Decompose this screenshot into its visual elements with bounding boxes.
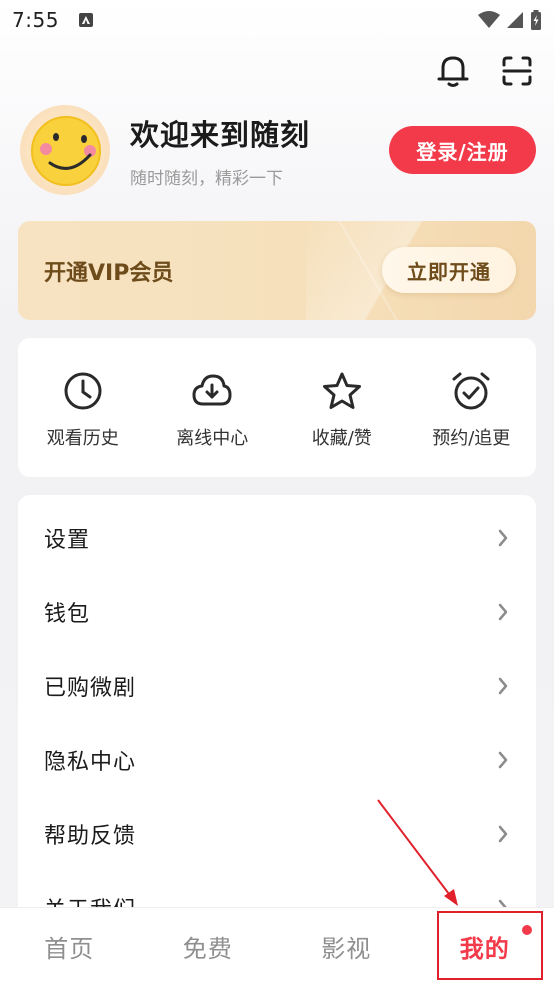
cellular-signal-icon <box>507 12 523 28</box>
quick-functions: 观看历史 离线中心 收藏/赞 预约/追更 <box>18 338 536 477</box>
menu-item-help[interactable]: 帮助反馈 <box>18 797 536 871</box>
status-time: 7:55 <box>12 8 59 32</box>
quick-item-history[interactable]: 观看历史 <box>18 338 148 477</box>
quick-item-offline[interactable]: 离线中心 <box>148 338 278 477</box>
menu-item-label: 设置 <box>44 528 91 553</box>
chevron-right-icon <box>498 751 508 769</box>
status-indicators <box>478 10 542 30</box>
notification-a-icon <box>78 13 93 27</box>
vip-title: 开通VIP会员 <box>44 260 174 286</box>
menu-item-label: 钱包 <box>44 602 91 627</box>
star-icon <box>322 372 361 409</box>
clock-icon <box>64 372 102 410</box>
battery-icon <box>531 10 541 30</box>
chevron-right-icon <box>498 603 508 621</box>
download-cloud-icon <box>192 374 232 406</box>
smiley-face-icon <box>31 116 101 186</box>
menu-item-purchased[interactable]: 已购微剧 <box>18 649 536 723</box>
welcome-title: 欢迎来到随刻 <box>130 117 311 152</box>
menu-item-label: 已购微剧 <box>44 676 137 701</box>
scan-icon <box>502 56 532 86</box>
welcome-subtitle: 随时随刻，精彩一下 <box>130 168 283 189</box>
chevron-right-icon <box>498 529 508 547</box>
annotation-highlight-box <box>437 911 543 980</box>
nav-home[interactable]: 首页 <box>0 929 139 964</box>
settings-menu: 设置 钱包 已购微剧 隐私中心 帮助反馈 关于我们 <box>18 495 536 925</box>
vip-open-button[interactable]: 立即开通 <box>382 247 516 293</box>
avatar[interactable] <box>20 105 110 195</box>
quick-item-label: 观看历史 <box>46 428 119 449</box>
menu-item-wallet[interactable]: 钱包 <box>18 575 536 649</box>
bell-icon <box>437 56 469 87</box>
scan-button[interactable] <box>498 52 536 90</box>
nav-free[interactable]: 免费 <box>139 929 278 964</box>
quick-item-reservations[interactable]: 预约/追更 <box>407 338 537 477</box>
status-bar: 7:55 <box>0 0 554 40</box>
menu-item-label: 帮助反馈 <box>44 824 137 849</box>
vip-banner[interactable]: 开通VIP会员 立即开通 <box>18 221 536 320</box>
profile-text: 欢迎来到随刻 随时随刻，精彩一下 <box>130 112 310 189</box>
nav-movies[interactable]: 影视 <box>277 929 416 964</box>
my-page: 7:55 欢迎来到随刻 随时随刻，精彩一下 登录/注册 开通VIP会员 立即开通… <box>0 0 554 984</box>
quick-item-label: 收藏/赞 <box>311 428 372 449</box>
quick-item-label: 预约/追更 <box>432 428 511 449</box>
notification-button[interactable] <box>434 52 472 90</box>
menu-item-settings[interactable]: 设置 <box>18 501 536 575</box>
menu-item-privacy[interactable]: 隐私中心 <box>18 723 536 797</box>
quick-item-favorites[interactable]: 收藏/赞 <box>277 338 407 477</box>
header-actions <box>434 52 536 90</box>
chevron-right-icon <box>498 825 508 843</box>
alarm-check-icon <box>452 372 490 410</box>
wifi-icon <box>478 11 500 28</box>
quick-item-label: 离线中心 <box>176 428 249 449</box>
chevron-right-icon <box>498 677 508 695</box>
menu-item-label: 隐私中心 <box>44 750 137 775</box>
login-register-button[interactable]: 登录/注册 <box>389 126 536 174</box>
profile-section: 欢迎来到随刻 随时随刻，精彩一下 登录/注册 <box>20 104 536 196</box>
